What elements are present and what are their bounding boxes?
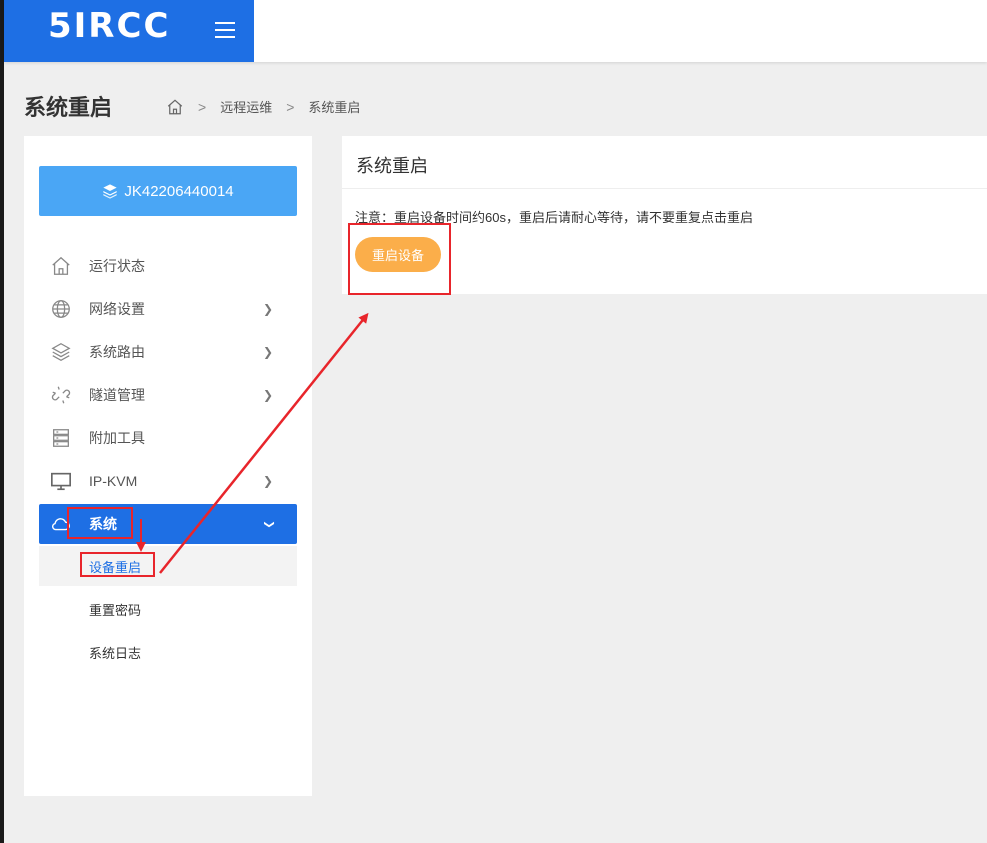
device-id-label: JK42206440014 [124, 182, 234, 200]
brand-logo: 5IRCC [48, 6, 171, 46]
chevron-right-icon: ❯ [262, 345, 273, 359]
annotation-box-device-reboot [80, 552, 155, 577]
page-title: 系统重启 [24, 95, 113, 120]
sidebar-item-label: 网络设置 [89, 301, 145, 317]
sidebar-subitem-label: 重置密码 [89, 602, 142, 618]
sidebar-item-label: IP-KVM [89, 473, 138, 489]
screen-edge [0, 0, 4, 843]
annotation-box-reboot-button [348, 223, 451, 295]
sidebar-subitem-label: 系统日志 [89, 645, 142, 661]
sidebar-item-tools[interactable]: 附加工具 [39, 418, 297, 458]
sidebar-item-tunnel[interactable]: 隧道管理 ❯ [39, 375, 297, 415]
monitor-icon [51, 472, 71, 491]
home-icon[interactable] [166, 98, 184, 116]
breadcrumb: > 远程运维 > 系统重启 [166, 97, 360, 116]
globe-icon [52, 300, 70, 318]
breadcrumb-separator: > [286, 98, 295, 115]
sidebar-subitem-system-log[interactable]: 系统日志 [39, 632, 297, 672]
sidebar-item-network[interactable]: 网络设置 ❯ [39, 289, 297, 329]
sidebar-item-label: 隧道管理 [89, 387, 145, 403]
chevron-right-icon: ❯ [262, 474, 273, 488]
chevron-right-icon: ❯ [262, 388, 273, 402]
link-icon [51, 386, 71, 404]
sidebar-item-run-status[interactable]: 运行状态 [39, 246, 297, 286]
sidebar-item-label: 系统路由 [89, 344, 145, 360]
breadcrumb-item-current: 系统重启 [308, 100, 361, 115]
home-icon [52, 256, 70, 275]
device-id-button[interactable]: JK42206440014 [39, 166, 297, 216]
panel-title: 系统重启 [356, 156, 428, 176]
sidebar-item-routing[interactable]: 系统路由 ❯ [39, 332, 297, 372]
logo-block: 5IRCC [4, 0, 254, 62]
chevron-right-icon: ❯ [262, 302, 273, 316]
server-icon [53, 429, 69, 447]
chevron-down-icon: ❯ [263, 519, 275, 529]
sidebar-item-label: 附加工具 [89, 430, 145, 446]
panel-divider [342, 188, 987, 189]
menu-toggle-icon[interactable] [215, 22, 235, 38]
layers-icon [51, 343, 71, 361]
sidebar-item-ip-kvm[interactable]: IP-KVM ❯ [39, 461, 297, 501]
sidebar: JK42206440014 运行状态 网络设置 ❯ 系统路由 ❯ 隧道管理 ❯ … [24, 136, 312, 796]
sidebar-subitem-reset-password[interactable]: 重置密码 [39, 589, 297, 629]
top-bar: 5IRCC [4, 0, 987, 62]
breadcrumb-item-remote-ops[interactable]: 远程运维 [220, 97, 272, 116]
annotation-box-system [67, 507, 133, 539]
sidebar-subitem-device-reboot[interactable]: 设备重启 [39, 546, 297, 586]
breadcrumb-separator: > [198, 98, 207, 115]
stack-icon [103, 184, 118, 199]
sidebar-item-label: 运行状态 [89, 258, 145, 274]
